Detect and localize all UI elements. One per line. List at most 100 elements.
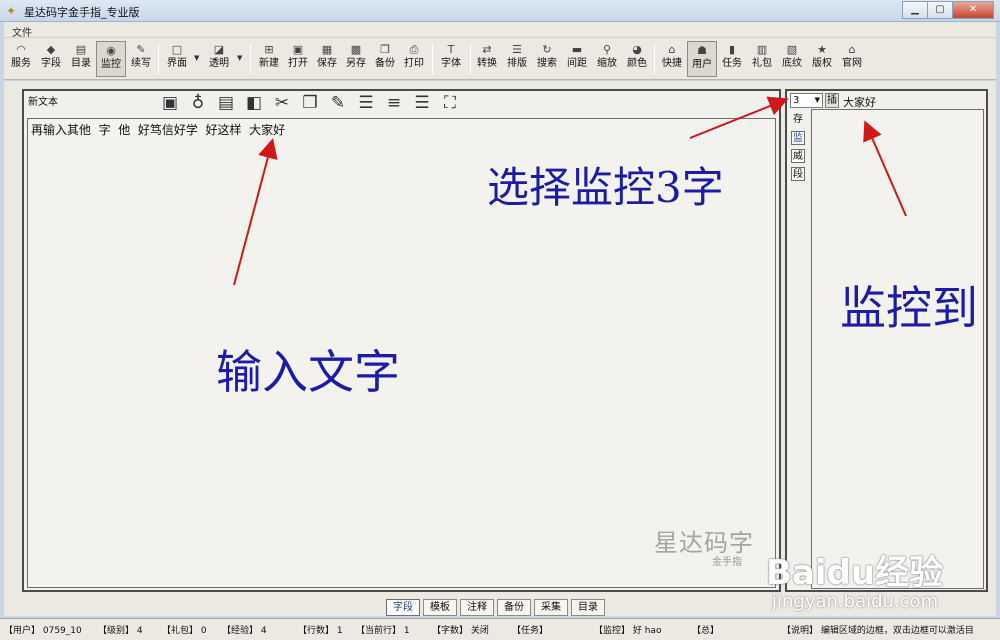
- status-user: 【用户】 0759_10: [4, 626, 82, 636]
- toolbar-button-directory[interactable]: ▤ 目录: [66, 41, 96, 77]
- gift-icon: ▥: [756, 43, 768, 56]
- tab-collect[interactable]: 采集: [534, 599, 568, 616]
- monitor-button[interactable]: 监: [791, 131, 805, 145]
- menu-file[interactable]: 文件: [12, 24, 32, 39]
- status-help: 【说明】 编辑区域的边框，双击边框可以激活目: [782, 626, 974, 636]
- shortcut-icon: ⌂: [668, 43, 676, 56]
- monitor-panel: 3 ▼ 插 大家好 存 监 威 段: [785, 89, 988, 592]
- app-icon: ✦: [6, 4, 17, 18]
- website-icon: ⌂: [848, 43, 856, 56]
- fullscreen-icon[interactable]: ⛶: [437, 91, 463, 115]
- insert-button[interactable]: 插: [825, 93, 839, 108]
- layout-icon: ☰: [512, 43, 522, 56]
- save-as-icon: ▩: [350, 43, 362, 56]
- pen-icon: ✎: [136, 43, 146, 56]
- toolbar-button-print[interactable]: ⎙ 打印: [399, 41, 429, 77]
- toolbar-button-save[interactable]: ▦ 保存: [312, 41, 342, 77]
- toolbar-button-search[interactable]: ↻ 搜索: [532, 41, 562, 77]
- list-icon: ▤: [75, 43, 87, 56]
- status-word-count: 【字数】 关闭: [432, 626, 489, 636]
- toolbar-button-website[interactable]: ⌂ 官网: [837, 41, 867, 77]
- zoom-icon: ⚲: [602, 43, 612, 56]
- copy-icon[interactable]: ❐: [297, 91, 323, 115]
- tab-template[interactable]: 模板: [423, 599, 457, 616]
- app-watermark: 星达码字 金手指: [654, 523, 754, 568]
- interface-dropdown-icon[interactable]: ▼: [194, 54, 199, 62]
- toolbar-button-backup[interactable]: ❐ 备份: [370, 41, 400, 77]
- back-arrow-icon[interactable]: ◧: [241, 91, 267, 115]
- transparency-dropdown-icon[interactable]: ▼: [237, 54, 242, 62]
- toolbar-button-monitor[interactable]: ◉ 监控: [96, 41, 126, 77]
- toolbar-button-layout[interactable]: ☰ 排版: [502, 41, 532, 77]
- toolbar-button-task[interactable]: ▮ 任务: [717, 41, 747, 77]
- toolbar-button-new[interactable]: ⊞ 新建: [254, 41, 284, 77]
- toolbar-button-interface[interactable]: □ 界面: [162, 41, 192, 77]
- toolbar-button-save-as[interactable]: ▩ 另存: [341, 41, 371, 77]
- watermark-sub: 金手指: [712, 557, 742, 568]
- window-title: 星达码字金手指_专业版: [24, 6, 140, 19]
- toolbar-button-copyright[interactable]: ★ 版权: [807, 41, 837, 77]
- status-bar: 【用户】 0759_10 【级别】 4 【礼包】 0 【经验】 4 【行数】 1…: [0, 618, 1000, 640]
- save-icon[interactable]: ▣: [157, 91, 183, 115]
- close-button[interactable]: ✕: [952, 1, 994, 19]
- status-gift: 【礼包】 0: [162, 626, 207, 636]
- toolbar-button-font[interactable]: T 字体: [436, 41, 466, 77]
- document-icon[interactable]: ▤: [213, 91, 239, 115]
- monitor-list[interactable]: [811, 109, 984, 589]
- toolbar-button-user[interactable]: ☗ 用户: [687, 41, 717, 77]
- toolbar-button-transparency[interactable]: ◪ 透明: [204, 41, 234, 77]
- align-left-icon[interactable]: ☰: [353, 91, 379, 115]
- texture-icon: ▧: [786, 43, 798, 56]
- toolbar-button-zoom[interactable]: ⚲ 缩放: [592, 41, 622, 77]
- document-name: 新文本: [28, 97, 58, 108]
- align-right-icon[interactable]: ☰: [409, 91, 435, 115]
- tab-fields[interactable]: 字段: [386, 599, 420, 616]
- bottom-tabs: 字段 模板 注释 备份 采集 目录: [386, 599, 608, 616]
- power-button[interactable]: 威: [791, 149, 805, 163]
- status-total: 【总】: [692, 626, 720, 636]
- annotation-monitored: 监控到: [840, 281, 978, 335]
- main-toolbar: ◠ 服务 ◆ 字段 ▤ 目录 ◉ 监控 ✎ 续写 □ 界面 ▼ ◪ 透明 ▼ ⊞ 新建 ▣ 打开 …: [4, 38, 996, 80]
- monitor-icon: ◉: [106, 44, 116, 57]
- store-button[interactable]: 存: [791, 113, 805, 127]
- tab-directory[interactable]: 目录: [571, 599, 605, 616]
- convert-icon: ⇄: [482, 43, 492, 56]
- tab-backup[interactable]: 备份: [497, 599, 531, 616]
- tab-notes[interactable]: 注释: [460, 599, 494, 616]
- maximize-button[interactable]: ▢: [927, 1, 953, 19]
- baidu-url: jingyan.baidu.com: [772, 591, 939, 612]
- idea-bulb-icon[interactable]: ♁: [185, 91, 211, 115]
- toolbar-button-shortcut[interactable]: ⌂ 快捷: [657, 41, 687, 77]
- cut-icon[interactable]: ✂: [269, 91, 295, 115]
- toolbar-button-convert[interactable]: ⇄ 转换: [472, 41, 502, 77]
- toolbar-separator: [158, 44, 159, 74]
- diamond-icon: ◆: [46, 43, 56, 56]
- editor-content: 再输入其他 字 他 好笃信好学 好这样 大家好: [31, 123, 286, 137]
- toolbar-button-gift[interactable]: ▥ 礼包: [747, 41, 777, 77]
- edit-icon[interactable]: ✎: [325, 91, 351, 115]
- title-bar: ✦ 星达码字金手指_专业版 ▁ ▢ ✕: [0, 0, 1000, 22]
- font-icon: T: [447, 43, 455, 56]
- menu-bar: 文件: [4, 22, 996, 39]
- minimize-button[interactable]: ▁: [902, 1, 928, 19]
- monitor-side-buttons: 存 监 威 段: [791, 113, 809, 185]
- toolbar-button-service[interactable]: ◠ 服务: [6, 41, 36, 77]
- toolbar-button-open[interactable]: ▣ 打开: [283, 41, 313, 77]
- toolbar-button-color[interactable]: ◕ 颜色: [622, 41, 652, 77]
- status-monitor: 【监控】 好 hao: [594, 626, 662, 636]
- user-icon: ☗: [697, 44, 707, 57]
- baidu-brand: Baidu经验: [766, 553, 944, 593]
- align-center-icon[interactable]: ≡: [381, 91, 407, 115]
- toolbar-button-fields[interactable]: ◆ 字段: [36, 41, 66, 77]
- save-icon: ▦: [321, 43, 333, 56]
- toolbar-button-spacing[interactable]: ▬ 间距: [562, 41, 592, 77]
- star-icon: ★: [817, 43, 827, 56]
- paragraph-button[interactable]: 段: [791, 167, 805, 181]
- status-lines: 【行数】 1: [298, 626, 343, 636]
- monitor-count-select[interactable]: 3 ▼: [790, 93, 823, 108]
- window-controls: ▁ ▢ ✕: [902, 1, 994, 19]
- annotation-select-monitor: 选择监控3字: [487, 163, 724, 212]
- spacing-icon: ▬: [571, 43, 583, 56]
- toolbar-button-texture[interactable]: ▧ 底纹: [777, 41, 807, 77]
- toolbar-button-continue[interactable]: ✎ 续写: [126, 41, 156, 77]
